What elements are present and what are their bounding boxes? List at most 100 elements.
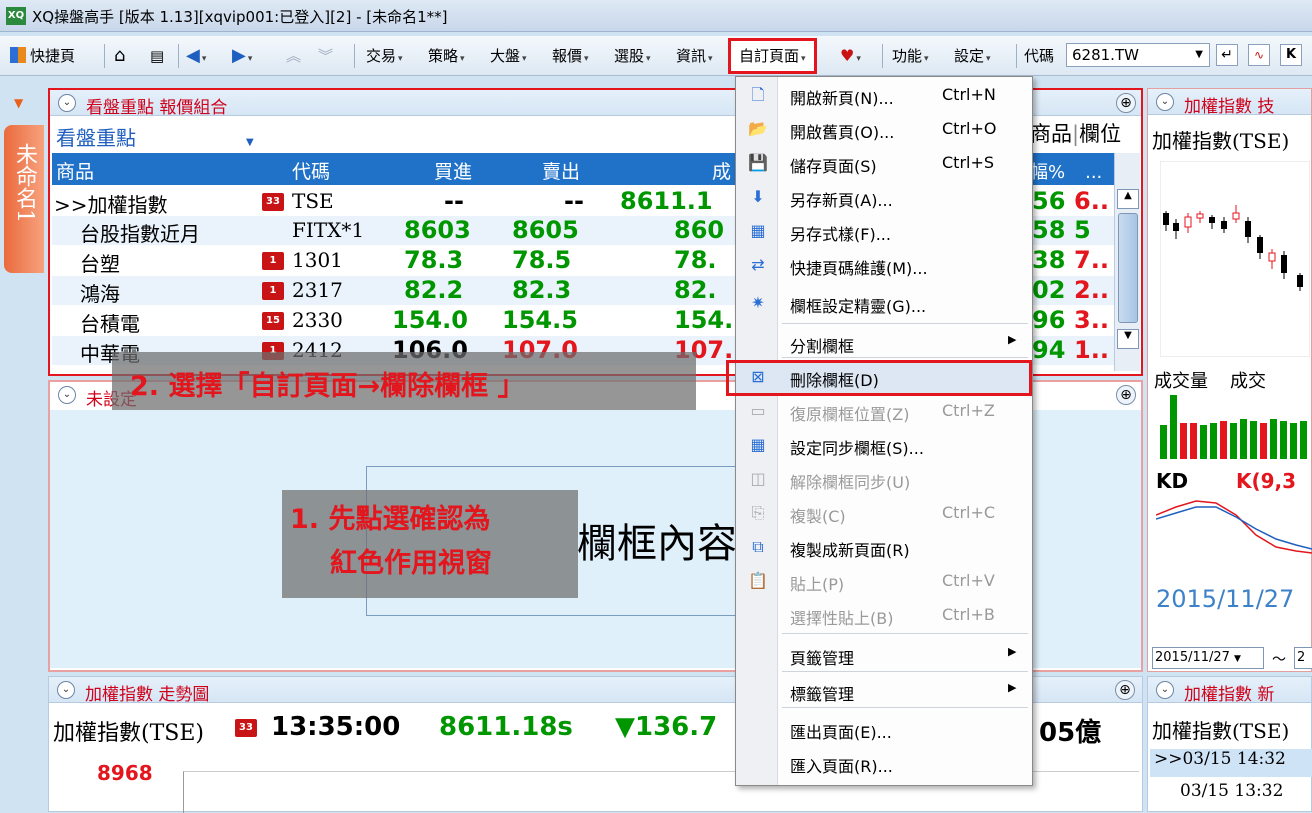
menu-item[interactable]: 📋 貼上(P) Ctrl+V <box>736 565 1032 597</box>
table-row[interactable]: 台股指數近月 FITX*1 8603 8605 860 <box>52 216 742 246</box>
delete-frame-highlight <box>726 360 1032 396</box>
row-bid: 82.2 <box>404 276 464 304</box>
table-row[interactable]: 台塑 1 1301 78.3 78.5 78. <box>52 246 742 276</box>
menu-item[interactable]: 💾 儲存頁面(S) Ctrl+S <box>736 147 1032 179</box>
menu-item-shortcut: Ctrl+V <box>942 571 995 590</box>
right-value-row[interactable]: 02 2.. <box>1030 276 1114 305</box>
table-row[interactable]: 台積電 15 2330 154.0 154.5 154. <box>52 306 742 336</box>
menu-item-label: 頁籤管理 <box>790 649 855 668</box>
menu-item[interactable]: 頁籤管理 ▶ <box>736 639 1032 671</box>
step2-annotation: 2. 選擇「自訂頁面→欄除欄框 」 <box>112 352 696 410</box>
tech-date: 2015/11/27 <box>1156 585 1295 613</box>
right-value-row[interactable]: 38 7.. <box>1030 246 1114 275</box>
panel-menu-icon[interactable]: ⌄ <box>58 386 76 404</box>
menu-item-label: 複製(C) <box>790 507 846 526</box>
menu-custom-page[interactable]: 自訂頁面 ▾ <box>728 38 817 74</box>
menu-item[interactable]: 分割欄框 ▶ <box>736 327 1032 359</box>
home-icon[interactable]: ⌂ <box>114 44 125 68</box>
menu-item[interactable]: ⇄ 快捷頁碼維護(M)... <box>736 249 1032 281</box>
tech-panel-title: 加權指數 技 <box>1184 97 1275 117</box>
panel-menu-icon[interactable]: ⌄ <box>1156 93 1174 111</box>
menu-item[interactable]: ▭ 復原欄框位置(Z) Ctrl+Z <box>736 395 1032 427</box>
menu-item[interactable]: 匯入頁面(R)... <box>736 747 1032 779</box>
zoom-icon[interactable]: ⊕ <box>1116 385 1136 405</box>
right-value-row[interactable]: 94 1.. <box>1030 336 1114 365</box>
row-code: 2330 <box>292 308 343 332</box>
menu-market[interactable]: 大盤 ▾ <box>490 44 527 68</box>
volume-chart[interactable] <box>1156 389 1312 459</box>
menu-item-label: 複製成新頁面(R) <box>790 541 910 560</box>
menu-item[interactable]: ◫ 解除欄框同步(U) <box>736 463 1032 495</box>
favorite-heart-icon[interactable]: ♥ ▾ <box>840 44 861 68</box>
col-last[interactable]: 成 <box>712 157 731 184</box>
tech-panel[interactable]: ⌄ 加權指數 技 加權指數(TSE) 成交量成交 KD K(9,3 2015/ <box>1147 88 1312 672</box>
panel-menu-icon[interactable]: ⌄ <box>57 681 75 699</box>
zoom-icon[interactable]: ⊕ <box>1116 93 1136 113</box>
menu-item[interactable]: ⎘ 複製(C) Ctrl+C <box>736 497 1032 529</box>
back-arrow-icon[interactable]: ◀ ▾ <box>186 44 206 68</box>
menu-quote[interactable]: 報價 ▾ <box>552 44 589 68</box>
panel-menu-icon[interactable]: ⌄ <box>58 94 76 112</box>
menu-item-label: 解除欄框同步(U) <box>790 473 911 492</box>
forward-arrow-icon[interactable]: ▶ ▾ <box>232 44 252 68</box>
code-input[interactable]: 6281.TW ▼ <box>1066 43 1210 67</box>
candlestick-chart[interactable] <box>1160 161 1310 357</box>
col-ask[interactable]: 賣出 <box>542 157 580 184</box>
date-picker-end[interactable]: 2 <box>1294 647 1312 669</box>
menu-strategy[interactable]: 策略 ▾ <box>428 44 465 68</box>
menu-item[interactable]: ⧉ 複製成新頁面(R) <box>736 531 1032 563</box>
scroll-up-icon[interactable]: ▲ <box>1117 189 1139 209</box>
vertical-scrollbar[interactable]: ▲ ▼ <box>1114 153 1140 371</box>
title-bar: XQ XQ操盤高手 [版本 1.13][xqvip001:已登入][2] - [… <box>0 0 1312 32</box>
menu-item[interactable]: 📂 開啟舊頁(O)... Ctrl+O <box>736 113 1032 145</box>
date-picker[interactable]: 2015/11/27 ▼ <box>1152 647 1264 669</box>
page-tab-unnamed[interactable]: 未命名1 <box>4 125 44 273</box>
tech-symbol: 加權指數(TSE) <box>1152 129 1290 153</box>
k-chart-icon[interactable]: K <box>1280 44 1302 66</box>
table-row[interactable]: >>加權指數 33 TSE -- -- 8611.1 <box>52 187 742 217</box>
collapse-arrow-icon[interactable]: ▼ <box>14 96 23 110</box>
menu-item[interactable]: ⬇ 另存新頁(A)... <box>736 181 1032 213</box>
zoom-icon[interactable]: ⊕ <box>1115 680 1135 700</box>
scroll-thumb[interactable] <box>1118 213 1138 323</box>
list-icon[interactable]: ▤ <box>150 44 164 68</box>
news-panel[interactable]: ⌄ 加權指數 新 加權指數(TSE) >>03/15 14:32 03/15 1… <box>1147 676 1312 812</box>
row-code: FITX*1 <box>292 218 365 242</box>
up-icon[interactable]: ︽ <box>286 44 301 68</box>
menu-item-label: 匯出頁面(E)... <box>790 723 892 742</box>
menu-item[interactable]: 選擇性貼上(B) Ctrl+B <box>736 599 1032 631</box>
menu-info[interactable]: 資訊 ▾ <box>676 44 713 68</box>
scroll-down-icon[interactable]: ▼ <box>1117 329 1139 349</box>
menu-item-shortcut: Ctrl+Z <box>942 401 995 420</box>
kd-chart[interactable] <box>1156 493 1312 573</box>
right-value-row[interactable]: 96 3.. <box>1030 306 1114 335</box>
menu-item[interactable]: ▦ 另存式樣(F)... <box>736 215 1032 247</box>
row-code: 1301 <box>292 248 343 272</box>
group-selector[interactable]: 看盤重點 ▼ <box>56 122 254 151</box>
right-value-row[interactable]: 58 5 <box>1030 216 1114 245</box>
menu-item[interactable]: ▦ 設定同步欄框(S)... <box>736 429 1032 461</box>
news-item[interactable]: 03/15 13:32 <box>1180 781 1283 801</box>
menu-item[interactable]: 匯出頁面(E)... <box>736 713 1032 745</box>
quick-page-button[interactable]: 快捷頁 <box>10 44 75 68</box>
col-product[interactable]: 商品 <box>56 157 94 184</box>
news-item[interactable]: >>03/15 14:32 <box>1150 749 1312 777</box>
panel-menu-icon[interactable]: ⌄ <box>1156 681 1174 699</box>
menu-item[interactable]: 標籤管理 ▶ <box>736 675 1032 707</box>
col-code[interactable]: 代碼 <box>292 157 330 184</box>
menu-item[interactable]: 🗋 開啟新頁(N)... Ctrl+N <box>736 79 1032 111</box>
menu-item-label: 另存式樣(F)... <box>790 225 891 244</box>
enter-icon[interactable]: ↵ <box>1216 44 1238 66</box>
down-icon[interactable]: ︾ <box>318 44 333 68</box>
menu-item[interactable]: ✷ 欄框設定精靈(G)... <box>736 287 1032 319</box>
menu-function[interactable]: 功能 ▾ <box>892 44 929 68</box>
table-row[interactable]: 鴻海 1 2317 82.2 82.3 82. <box>52 276 742 306</box>
menu-trade[interactable]: 交易 ▾ <box>366 44 403 68</box>
menu-item-shortcut: Ctrl+N <box>942 85 996 104</box>
menu-stock-pick[interactable]: 選股 ▾ <box>614 44 651 68</box>
right-value-row[interactable]: 56 6.. <box>1030 187 1114 216</box>
line-chart-icon[interactable]: ∿ <box>1248 44 1270 66</box>
col-bid[interactable]: 買進 <box>434 157 472 184</box>
menu-settings[interactable]: 設定 ▾ <box>954 44 991 68</box>
trend-time: 13:35:00 <box>271 712 401 742</box>
